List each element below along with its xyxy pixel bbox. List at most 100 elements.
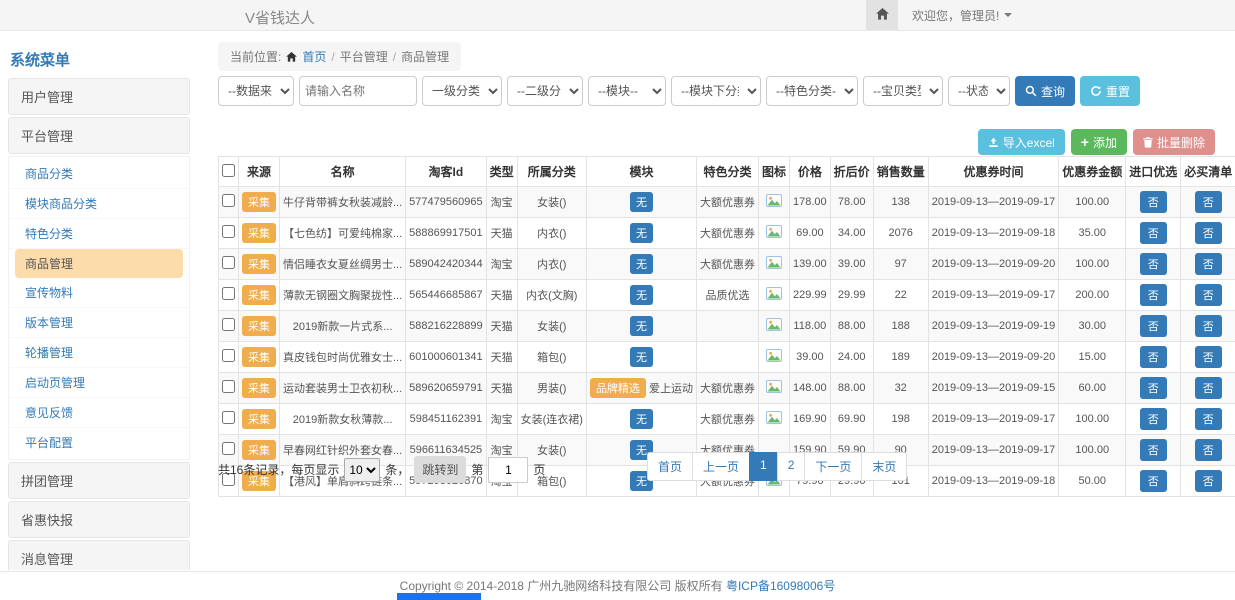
filter-select[interactable]: --数据来源-- <box>218 76 294 106</box>
module-label: 爱上运动 <box>649 383 693 395</box>
must-buy-toggle[interactable]: 否 <box>1195 408 1222 430</box>
source-badge: 采集 <box>242 285 276 305</box>
jump-to-button[interactable]: 跳转到 <box>414 456 466 483</box>
sidebar-item[interactable]: 版本管理 <box>9 308 189 338</box>
filter-select[interactable]: 一级分类 <box>422 76 502 106</box>
row-checkbox[interactable] <box>222 442 235 455</box>
page-button-下一页[interactable]: 下一页 <box>804 452 862 481</box>
breadcrumb-separator: / <box>393 50 396 64</box>
must-buy-toggle[interactable]: 否 <box>1195 377 1222 399</box>
must-buy-toggle[interactable]: 否 <box>1195 439 1222 461</box>
import-optional-toggle[interactable]: 否 <box>1140 315 1167 337</box>
add-button[interactable]: + 添加 <box>1071 129 1127 155</box>
filter-select[interactable]: --宝贝类型-- <box>863 76 943 106</box>
import-optional-toggle[interactable]: 否 <box>1140 222 1167 244</box>
must-buy-cell: 否 <box>1181 373 1235 404</box>
page-button-末页[interactable]: 末页 <box>861 452 907 481</box>
breadcrumb-home-link[interactable]: 首页 <box>302 48 326 65</box>
sidebar-section-拼团管理[interactable]: 拼团管理 <box>8 462 190 499</box>
module-badge: 无 <box>630 347 653 367</box>
filter-select[interactable]: --状态-- <box>948 76 1010 106</box>
per-page-select[interactable]: 10 <box>344 458 380 482</box>
product-category: 箱包() <box>517 342 586 373</box>
page-number-input[interactable] <box>488 457 528 483</box>
product-name: 真皮钱包时尚优雅女士... <box>280 342 406 373</box>
taoke-id: 598451162391 <box>406 404 486 435</box>
price: 178.00 <box>790 187 831 218</box>
sidebar-item[interactable]: 启动页管理 <box>9 368 189 398</box>
must-buy-toggle[interactable]: 否 <box>1195 253 1222 275</box>
sidebar-item[interactable]: 商品分类 <box>9 159 189 189</box>
import-optional-toggle[interactable]: 否 <box>1140 284 1167 306</box>
sidebar-item[interactable]: 宣传物料 <box>9 278 189 308</box>
page-button-1[interactable]: 1 <box>749 452 778 481</box>
import-optional-toggle[interactable]: 否 <box>1140 470 1167 492</box>
row-checkbox[interactable] <box>222 318 235 331</box>
must-buy-toggle[interactable]: 否 <box>1195 284 1222 306</box>
product-category: 内衣() <box>517 249 586 280</box>
sidebar-item[interactable]: 商品管理 <box>15 249 183 278</box>
topbar: V省钱达人 欢迎您，管理员! <box>0 0 1235 31</box>
import-optional-toggle[interactable]: 否 <box>1140 191 1167 213</box>
sidebar-item[interactable]: 特色分类 <box>9 219 189 249</box>
source-badge: 采集 <box>242 223 276 243</box>
coupon-time: 2019-09-13—2019-09-17 <box>928 187 1059 218</box>
sidebar-section-消息管理[interactable]: 消息管理 <box>8 540 190 570</box>
row-checkbox[interactable] <box>222 287 235 300</box>
import-optional-toggle[interactable]: 否 <box>1140 439 1167 461</box>
page-button-上一页[interactable]: 上一页 <box>692 452 750 481</box>
product-name-input[interactable] <box>299 76 417 106</box>
must-buy-toggle[interactable]: 否 <box>1195 222 1222 244</box>
row-checkbox[interactable] <box>222 411 235 424</box>
sidebar-item[interactable]: 轮播管理 <box>9 338 189 368</box>
must-buy-toggle[interactable]: 否 <box>1195 315 1222 337</box>
select-all-checkbox[interactable] <box>222 164 235 177</box>
import-optional-toggle[interactable]: 否 <box>1140 408 1167 430</box>
filter-select[interactable]: --特色分类-- <box>766 76 858 106</box>
product-type: 淘宝 <box>486 249 517 280</box>
batch-delete-button[interactable]: 批量删除 <box>1133 129 1215 155</box>
thumb-cell <box>759 311 790 342</box>
product-name: 情侣睡衣女夏丝绸男士... <box>280 249 406 280</box>
must-buy-toggle[interactable]: 否 <box>1195 191 1222 213</box>
coupon-time: 2019-09-13—2019-09-20 <box>928 342 1059 373</box>
home-icon <box>286 52 297 62</box>
filter-select[interactable]: --模块-- <box>588 76 666 106</box>
search-button[interactable]: 查询 <box>1015 76 1075 106</box>
coupon-time: 2019-09-13—2019-09-18 <box>928 218 1059 249</box>
feature-category <box>697 342 759 373</box>
col-header: 所属分类 <box>517 157 586 187</box>
home-button[interactable] <box>866 0 898 30</box>
icp-link[interactable]: 粤ICP备16098006号 <box>726 579 835 593</box>
row-checkbox[interactable] <box>222 256 235 269</box>
product-thumb-icon <box>766 291 782 303</box>
sidebar-section-平台管理[interactable]: 平台管理 <box>8 117 190 154</box>
import-optional-toggle[interactable]: 否 <box>1140 377 1167 399</box>
pagination-summary: 共16条记录，每页显示 10 条， 跳转到 第 页 <box>218 456 545 483</box>
sidebar-section-省惠快报[interactable]: 省惠快报 <box>8 501 190 538</box>
import-excel-button[interactable]: 导入excel <box>978 129 1065 155</box>
must-buy-toggle[interactable]: 否 <box>1195 346 1222 368</box>
row-checkbox[interactable] <box>222 194 235 207</box>
home-icon <box>876 8 889 23</box>
user-menu[interactable]: 欢迎您，管理员! <box>912 7 1012 24</box>
sidebar-item[interactable]: 模块商品分类 <box>9 189 189 219</box>
reset-button[interactable]: 重置 <box>1080 76 1140 106</box>
sidebar-item[interactable]: 意见反馈 <box>9 398 189 428</box>
filter-select[interactable]: --二级分类-- <box>507 76 583 106</box>
import-optional-toggle[interactable]: 否 <box>1140 253 1167 275</box>
row-checkbox[interactable] <box>222 225 235 238</box>
coupon-amount: 60.00 <box>1059 373 1126 404</box>
feature-category: 大额优惠券 <box>697 249 759 280</box>
filter-select[interactable]: --模块下分类-- <box>671 76 761 106</box>
must-buy-toggle[interactable]: 否 <box>1195 470 1222 492</box>
page-button-2[interactable]: 2 <box>777 452 806 481</box>
sidebar-item[interactable]: 平台配置 <box>9 428 189 457</box>
import-optional-toggle[interactable]: 否 <box>1140 346 1167 368</box>
row-checkbox[interactable] <box>222 349 235 362</box>
refresh-icon <box>1090 85 1102 97</box>
page-button-首页[interactable]: 首页 <box>647 452 693 481</box>
sidebar-section-用户管理[interactable]: 用户管理 <box>8 78 190 115</box>
row-checkbox[interactable] <box>222 380 235 393</box>
row-checkbox-cell <box>219 404 239 435</box>
